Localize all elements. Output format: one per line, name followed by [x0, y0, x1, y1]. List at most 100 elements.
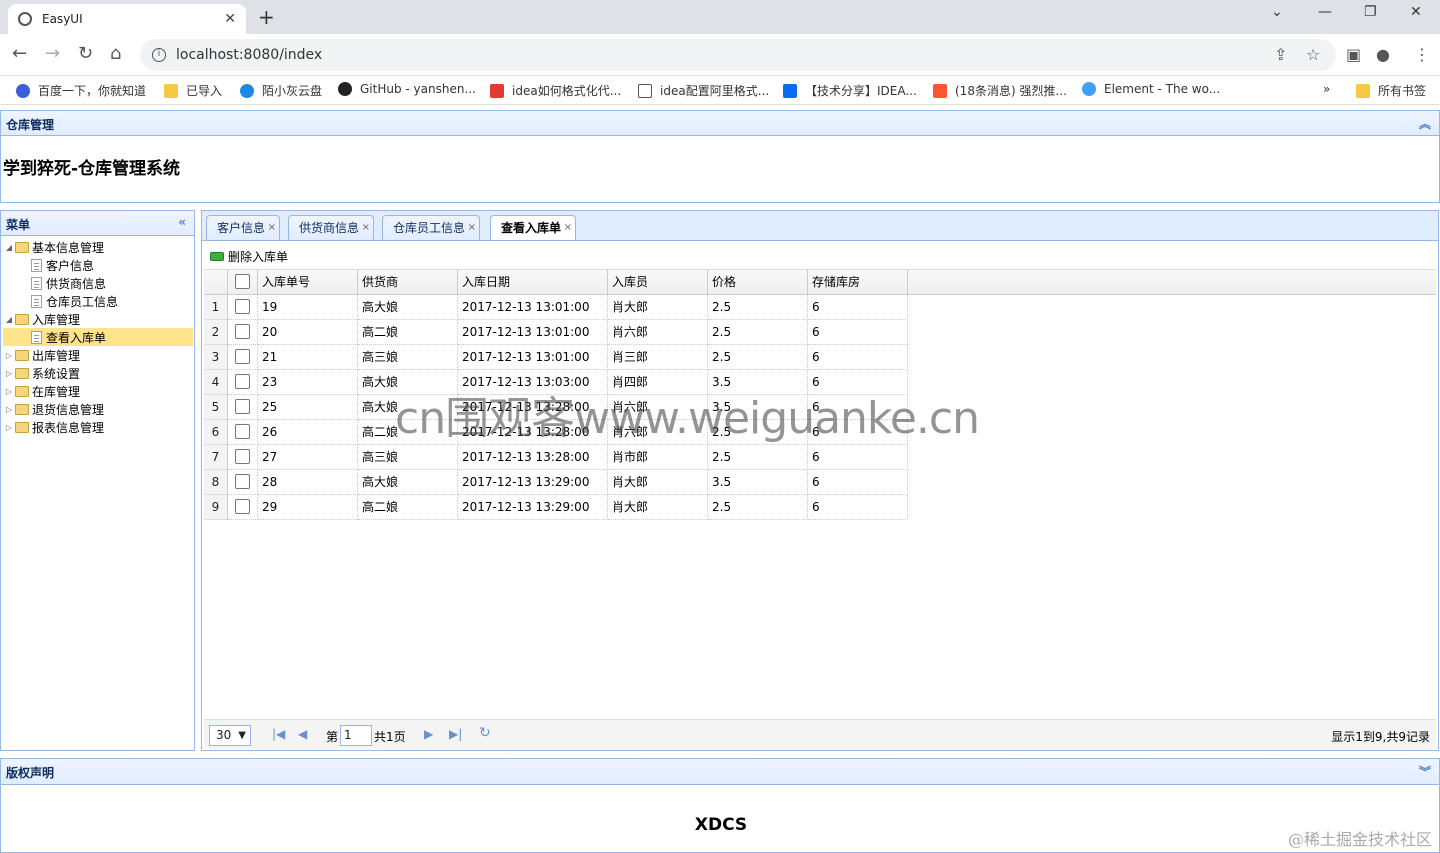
table-cell[interactable]: 3.5 — [708, 470, 808, 495]
collapse-left-icon[interactable]: « — [178, 215, 186, 229]
collapse-down-icon[interactable]: ︾ — [1419, 763, 1431, 780]
column-header[interactable]: 入库单号 — [258, 270, 358, 295]
close-tab-icon[interactable]: × — [564, 216, 572, 240]
table-cell[interactable]: 2017-12-13 13:29:00 — [458, 495, 608, 520]
expanded-arrow-icon[interactable]: ◢ — [3, 315, 15, 324]
tree-node[interactable]: ▷ 在库管理 — [3, 382, 193, 400]
table-cell[interactable]: 肖三郎 — [608, 345, 708, 370]
reload-icon[interactable]: ↻ — [78, 43, 93, 64]
first-page-icon[interactable]: |◀ — [272, 727, 285, 741]
close-tab-icon[interactable]: ✕ — [224, 11, 236, 27]
bookmark-element[interactable]: Element - The wo... — [1082, 82, 1220, 96]
tab-2[interactable]: 仓库员工信息 × — [382, 215, 481, 241]
share-icon[interactable]: ⇪ — [1274, 45, 1287, 64]
tree-node[interactable]: ▷ 系统设置 — [3, 364, 193, 382]
table-cell[interactable]: 高三娘 — [358, 345, 458, 370]
table-cell[interactable]: 28 — [258, 470, 358, 495]
profile-avatar-icon[interactable]: ● — [1376, 45, 1390, 64]
row-checkbox[interactable] — [235, 349, 250, 364]
browser-tab[interactable]: EasyUI ✕ — [8, 4, 246, 34]
restore-icon[interactable]: ❐ — [1364, 4, 1377, 20]
table-cell[interactable]: 2017-12-13 13:01:00 — [458, 295, 608, 320]
table-cell[interactable]: 高大娘 — [358, 295, 458, 320]
table-cell[interactable]: 高二娘 — [358, 320, 458, 345]
table-cell[interactable]: 肖大郎 — [608, 470, 708, 495]
table-cell[interactable]: 2.5 — [708, 495, 808, 520]
table-cell[interactable]: 27 — [258, 445, 358, 470]
address-bar[interactable]: i localhost:8080/index — [140, 39, 1336, 71]
tab-0[interactable]: 客户信息 × — [206, 215, 281, 241]
table-cell[interactable]: 肖大郎 — [608, 295, 708, 320]
row-checkbox[interactable] — [235, 424, 250, 439]
home-icon[interactable]: ⌂ — [110, 43, 121, 64]
tree-node[interactable]: 仓库员工信息 — [3, 292, 193, 310]
row-checkbox[interactable] — [235, 474, 250, 489]
page-size-select[interactable]: 30 ▼ — [209, 725, 251, 746]
row-checkbox[interactable] — [235, 449, 250, 464]
side-panel-icon[interactable]: ▣ — [1346, 45, 1361, 64]
column-header[interactable]: 价格 — [708, 270, 808, 295]
tree-node[interactable]: 供货商信息 — [3, 274, 193, 292]
table-cell[interactable]: 高二娘 — [358, 495, 458, 520]
tab-1[interactable]: 供货商信息 × — [288, 215, 375, 241]
table-cell[interactable]: 29 — [258, 495, 358, 520]
table-cell[interactable]: 2.5 — [708, 345, 808, 370]
table-cell[interactable]: 20 — [258, 320, 358, 345]
close-tab-icon[interactable]: × — [362, 216, 370, 240]
forward-icon[interactable]: → — [45, 43, 60, 64]
prev-page-icon[interactable]: ◀ — [298, 727, 307, 741]
page-number-input[interactable]: 1 — [340, 725, 372, 746]
table-cell[interactable]: 26 — [258, 420, 358, 445]
bookmark-star-icon[interactable]: ☆ — [1306, 45, 1320, 64]
table-cell[interactable]: 6 — [808, 470, 908, 495]
refresh-icon[interactable]: ↻ — [479, 725, 491, 741]
table-cell[interactable]: 6 — [808, 345, 908, 370]
tree-node[interactable]: ◢ 入库管理 — [3, 310, 193, 328]
table-cell[interactable]: 21 — [258, 345, 358, 370]
table-cell[interactable]: 23 — [258, 370, 358, 395]
table-cell[interactable]: 19 — [258, 295, 358, 320]
table-cell[interactable]: 2017-12-13 13:29:00 — [458, 470, 608, 495]
bookmark-all[interactable]: 所有书签 — [1356, 82, 1426, 99]
close-window-icon[interactable]: ✕ — [1410, 4, 1422, 20]
bookmark-idea-format[interactable]: idea如何格式化代... — [490, 82, 621, 99]
tree-node[interactable]: ◢ 基本信息管理 — [3, 238, 193, 256]
column-header[interactable]: 存储库房 — [808, 270, 908, 295]
close-tab-icon[interactable]: × — [268, 216, 276, 240]
table-cell[interactable]: 6 — [808, 495, 908, 520]
table-cell[interactable]: 2017-12-13 13:28:00 — [458, 445, 608, 470]
table-cell[interactable]: 肖市郎 — [608, 445, 708, 470]
info-icon[interactable]: i — [152, 48, 166, 62]
table-cell[interactable]: 2.5 — [708, 445, 808, 470]
select-all-checkbox[interactable] — [235, 274, 250, 289]
table-cell[interactable]: 高大娘 — [358, 470, 458, 495]
tab-search-icon[interactable]: ⌄ — [1271, 4, 1283, 20]
more-bookmarks[interactable]: » — [1323, 82, 1330, 96]
tree-node[interactable]: 查看入库单 — [3, 328, 193, 346]
tree-node[interactable]: ▷ 出库管理 — [3, 346, 193, 364]
row-checkbox[interactable] — [235, 374, 250, 389]
tab-3[interactable]: 查看入库单 × — [490, 215, 577, 242]
url-text[interactable]: localhost:8080/index — [176, 47, 322, 63]
table-cell[interactable]: 2017-12-13 13:01:00 — [458, 345, 608, 370]
tree-node[interactable]: ▷ 报表信息管理 — [3, 418, 193, 436]
more-bookmarks-icon[interactable]: » — [1323, 82, 1330, 96]
table-cell[interactable]: 6 — [808, 445, 908, 470]
last-page-icon[interactable]: ▶| — [449, 727, 462, 741]
collapse-up-icon[interactable]: ︽ — [1419, 115, 1431, 132]
table-cell[interactable]: 肖大郎 — [608, 495, 708, 520]
table-cell[interactable]: 肖六郎 — [608, 320, 708, 345]
table-cell[interactable]: 6 — [808, 320, 908, 345]
menu-kebab-icon[interactable]: ⋮ — [1414, 45, 1430, 64]
column-header[interactable]: 入库员 — [608, 270, 708, 295]
tree-node[interactable]: 客户信息 — [3, 256, 193, 274]
column-header[interactable]: 入库日期 — [458, 270, 608, 295]
table-cell[interactable]: 25 — [258, 395, 358, 420]
table-cell[interactable]: 2.5 — [708, 295, 808, 320]
row-checkbox[interactable] — [235, 299, 250, 314]
bookmark-csdn[interactable]: (18条消息) 强烈推... — [933, 82, 1067, 99]
collapsed-arrow-icon[interactable]: ▷ — [3, 369, 15, 378]
column-header[interactable]: 供货商 — [358, 270, 458, 295]
bookmark-imported[interactable]: 已导入 — [164, 82, 222, 99]
bookmark-zhihu[interactable]: 【技术分享】IDEA... — [783, 82, 917, 99]
